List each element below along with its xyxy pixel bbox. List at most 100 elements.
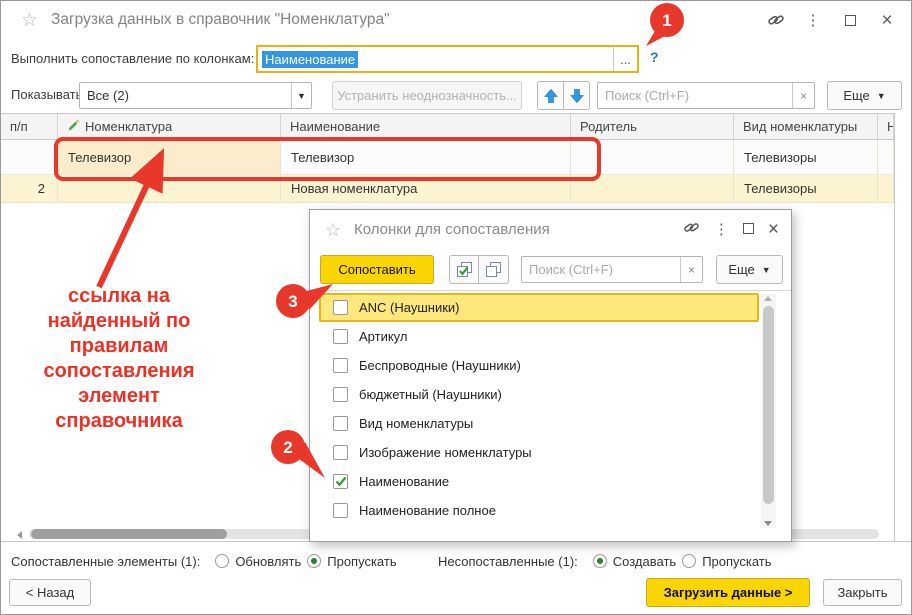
table-row[interactable]: 2 Новая номенклатура Телевизоры [1,175,894,203]
close-icon[interactable]: × [768,220,779,239]
cell-name[interactable]: Телевизор [281,140,571,174]
get-link-icon[interactable] [766,10,786,30]
move-down-button[interactable] [563,81,590,110]
cell-kind[interactable]: Телевизоры [734,175,878,202]
cell-parent[interactable] [571,175,734,202]
unmatched-option[interactable]: Создавать [593,554,676,569]
table-row[interactable]: ТелевизорТелевизор Телевизоры [1,140,894,175]
dialog-more-button[interactable]: Еще ▼ [716,255,783,284]
column-list-item-label: Артикул [359,329,407,344]
search-clear-icon[interactable]: × [792,83,814,108]
radio-icon[interactable] [682,554,696,568]
cell-nomenclature[interactable] [58,175,281,202]
cell-num[interactable] [1,140,58,174]
checkbox-icon[interactable] [333,503,348,518]
mapping-table: п/пНоменклатураНаименованиеРодительВид н… [1,113,894,203]
resolve-ambiguity-button[interactable]: Устранить неоднозначность... [332,81,522,110]
svg-text:3: 3 [288,292,297,311]
column-list-item[interactable]: бюджетный (Наушники) [319,380,759,409]
checkbox-icon[interactable] [333,329,348,344]
cell-name[interactable]: Новая номенклатура [281,175,571,202]
column-list-item-label: Изображение номенклатуры [359,445,532,460]
cell-parent[interactable] [571,140,734,174]
column-list-item[interactable]: ANC (Наушники) [319,293,759,322]
map-button[interactable]: Сопоставить [320,255,434,284]
checkbox-icon[interactable] [333,300,348,315]
column-list-item-label: Наименование полное [359,503,496,518]
annotation-callout-line: элемент [17,384,221,409]
scroll-up-icon[interactable] [764,296,772,301]
cell-kind[interactable]: Телевизоры [734,140,878,174]
dialog-search-input[interactable] [522,262,680,277]
cell-extra[interactable] [878,175,894,202]
chevron-down-icon[interactable]: ▼ [291,83,311,108]
column-list-item[interactable]: Наименование [319,467,759,496]
favorite-star-icon[interactable]: ☆ [21,9,38,32]
checkbox-icon[interactable] [333,358,348,373]
move-buttons [537,81,590,110]
toolbar-separator [310,290,791,291]
more-button-label: Еще [728,262,754,277]
column-list-item[interactable]: Наименование полное [319,496,759,525]
scroll-down-icon[interactable] [764,521,772,526]
close-icon[interactable]: × [877,10,897,30]
table-body: ТелевизорТелевизор Телевизоры 2 Новая номен… [1,140,894,203]
app-window: ☆ Загрузка данных в справочник "Номенкла… [0,0,912,615]
cell-nomenclature[interactable]: Телевизор [58,140,281,174]
help-link[interactable]: ? [650,49,659,65]
close-button[interactable]: Закрыть [823,579,902,606]
annotation-callout-line: ссылка на [17,284,221,309]
move-up-button[interactable] [537,81,563,110]
checkbox-icon[interactable] [333,387,348,402]
menu-dots-icon[interactable]: ⋮ [714,220,729,238]
back-button[interactable]: < Назад [9,579,91,606]
checkbox-checked-icon[interactable] [333,474,348,489]
columns-list: ANC (Наушники) Артикул Беспроводные (Наушн… [319,293,759,525]
maximize-icon[interactable] [840,10,860,30]
matched-option[interactable]: Обновлять [215,554,301,569]
unmatched-option[interactable]: Пропускать [682,554,771,569]
title-bar: ☆ Загрузка данных в справочник "Номенкла… [1,1,911,41]
radio-selected-icon[interactable] [307,554,321,568]
scrollbar-thumb[interactable] [763,306,774,504]
chevron-down-icon: ▼ [877,91,886,101]
radio-selected-icon[interactable] [593,554,607,568]
column-list-item-label: Вид номенклатуры [359,416,473,431]
scroll-left-icon[interactable] [17,531,22,539]
search-input[interactable] [598,88,792,103]
radio-icon[interactable] [215,554,229,568]
dialog-title: Колонки для сопоставления [354,221,550,238]
get-link-icon[interactable] [683,219,700,239]
dialog-vertical-scrollbar[interactable] [761,294,776,528]
favorite-star-icon[interactable]: ☆ [325,220,341,241]
column-list-item[interactable]: Артикул [319,322,759,351]
column-list-item[interactable]: Изображение номенклатуры [319,438,759,467]
scrollbar-thumb[interactable] [31,529,227,539]
match-columns-input[interactable]: Наименование ... [256,45,639,73]
uncheck-all-icon[interactable] [479,255,509,284]
checkbox-icon[interactable] [333,445,348,460]
unmatched-elements-label: Несопоставленные (1): [438,554,578,569]
annotation-callout-line: правилам [17,334,221,359]
dialog-search-box: × [521,256,703,283]
load-data-button[interactable]: Загрузить данные > [646,578,810,607]
column-list-item[interactable]: Вид номенклатуры [319,409,759,438]
show-filter-label: Показывать: [11,87,86,102]
show-filter-dropdown[interactable]: Все (2) ▼ [79,82,312,109]
check-all-icon[interactable] [449,255,479,284]
more-button[interactable]: Еще ▼ [827,81,902,110]
menu-dots-icon[interactable]: ⋮ [803,10,823,30]
column-list-item[interactable]: Беспроводные (Наушники) [319,351,759,380]
column-header-2: Номенклатура [58,114,281,139]
search-clear-icon[interactable]: × [680,257,702,282]
show-filter-value: Все (2) [80,88,291,103]
matched-option[interactable]: Пропускать [307,554,396,569]
cell-num[interactable]: 2 [1,175,58,202]
match-columns-picker-button[interactable]: ... [613,47,637,71]
annotation-callout-text: ссылка нанайденный поправиламсопоставлен… [17,284,221,434]
checkbox-icon[interactable] [333,416,348,431]
column-list-item-label: ANC (Наушники) [359,300,460,315]
maximize-icon[interactable] [743,222,754,237]
cell-extra[interactable] [878,140,894,174]
search-box: × [597,82,815,109]
